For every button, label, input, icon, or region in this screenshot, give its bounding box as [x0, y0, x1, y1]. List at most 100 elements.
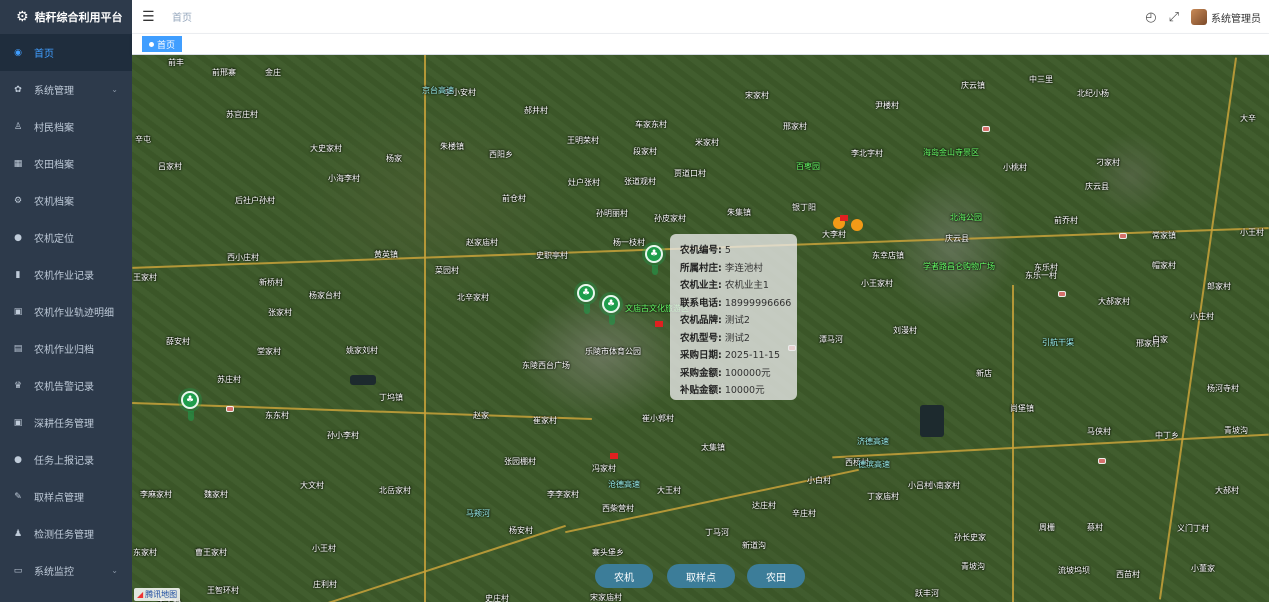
field-icon: ▦	[13, 158, 23, 169]
sidebar-item[interactable]: ▮ 农机作业记录	[0, 256, 132, 293]
field-marker[interactable]	[840, 215, 848, 221]
map-place-label: 东陵西台广场	[522, 361, 570, 370]
machine-layer-button[interactable]: 农机	[595, 564, 653, 588]
lake	[350, 375, 376, 385]
map-place-label: 东幸店镇	[872, 251, 904, 260]
popup-key: 采购日期:	[680, 350, 722, 361]
chart-icon: ▮	[15, 269, 21, 280]
sample-point-marker[interactable]	[851, 219, 863, 231]
map-place-label: 北岳家村	[379, 486, 411, 495]
sidebar-item[interactable]: ▭ 系统监控 ⌄	[0, 552, 132, 589]
sidebar-item-label: 首页	[34, 49, 54, 60]
popup-value: 5	[724, 245, 731, 256]
machine-marker[interactable]: ♣	[645, 245, 663, 275]
map-place-label: 小王村	[312, 544, 336, 553]
app-title: 秸秆综合利用平台	[34, 11, 123, 24]
map-place-label: 马侠村	[1087, 427, 1111, 436]
map-place-label: 马颊河	[466, 509, 490, 518]
sidebar-item[interactable]: ⚙ 农机档案	[0, 182, 132, 219]
map-place-label: 银丁阳	[792, 203, 816, 212]
road	[318, 524, 566, 602]
tag-label: 首页	[157, 40, 176, 51]
navbar-right: ◴ ⤢ 系统管理员	[1145, 0, 1261, 34]
map-provider-logo: ◢ 腾讯地图	[134, 588, 181, 601]
sidebar-item[interactable]: ◉ 首页	[0, 34, 132, 71]
map-place-label: 米家村	[695, 138, 719, 147]
map-place-label: 朱集镇	[727, 208, 751, 217]
field-layer-button[interactable]: 农田	[747, 564, 805, 588]
avatar[interactable]	[1191, 9, 1207, 25]
map-place-label: 庆云县	[1085, 182, 1109, 191]
map-place-label: 寨头堡乡	[592, 548, 624, 557]
popup-key: 农机型号:	[680, 332, 722, 344]
road	[1158, 57, 1238, 600]
sample-layer-button[interactable]: 取样点	[667, 564, 735, 588]
map-place-label: 东乐一村	[1025, 271, 1057, 280]
map-place-label: 潭马河	[819, 335, 843, 344]
road	[1012, 285, 1014, 602]
sidebar-item[interactable]: ✎ 取样点管理	[0, 478, 132, 515]
sidebar-item-label: 农机作业轨迹明细	[34, 308, 114, 319]
map-place-label: 北海公园	[950, 213, 982, 222]
road	[132, 401, 592, 421]
popup-value: 测试2	[724, 332, 750, 344]
map-place-label: 小王家村	[861, 279, 893, 288]
sidebar-item[interactable]: ♙ 村民档案	[0, 108, 132, 145]
map-place-label: 黄英镇	[374, 250, 398, 259]
location-icon: ●	[14, 232, 22, 243]
chart-line-icon[interactable]: ◴	[1145, 10, 1156, 25]
sidebar-item[interactable]: ▦ 农田档案	[0, 145, 132, 182]
chevron-down-icon: ⌄	[111, 85, 118, 94]
machine-marker[interactable]: ♣	[602, 295, 620, 325]
map-place-label: 魏家村	[204, 490, 228, 499]
map-place-label: 辛屯	[135, 135, 151, 144]
sidebar-item[interactable]: ♛ 农机告警记录	[0, 367, 132, 404]
map-place-label: 孙小李村	[327, 431, 359, 440]
username[interactable]: 系统管理员	[1211, 10, 1261, 25]
map-place-label: 朱楼镇	[440, 142, 464, 151]
gear-icon: ✿	[14, 84, 22, 95]
sidebar-item[interactable]: ✿ 系统管理 ⌄	[0, 71, 132, 108]
map-place-label: 北辛家村	[457, 293, 489, 302]
breadcrumb[interactable]: 首页	[172, 9, 192, 24]
field-marker[interactable]	[610, 453, 618, 459]
map-place-label: 太集镇	[701, 443, 725, 452]
sidebar-item-label: 农机定位	[34, 234, 74, 245]
map-place-label: 杨家台村	[309, 291, 341, 300]
map-logo-icon: ◢	[137, 590, 144, 599]
hamburger-icon[interactable]: ☰	[142, 9, 156, 25]
sidebar-item-label: 任务上报记录	[34, 456, 94, 467]
map-place-label: 刁家村	[1096, 158, 1120, 167]
map-place-label: 后社户孙村	[235, 196, 275, 205]
map-place-label: 乐陵市体育公园	[585, 347, 641, 356]
field-marker[interactable]	[655, 321, 663, 327]
machine-marker[interactable]: ♣	[181, 391, 199, 421]
sidebar-item[interactable]: ● 农机定位	[0, 219, 132, 256]
clipboard-icon: ▣	[13, 306, 23, 317]
sidebar-item[interactable]: ▣ 农机作业轨迹明细	[0, 293, 132, 330]
sidebar-item[interactable]: ▤ 农机作业归档	[0, 330, 132, 367]
map-place-label: 杨安村	[509, 526, 533, 535]
city-marker	[226, 406, 234, 412]
dashboard-icon: ◉	[14, 47, 22, 58]
sidebar-item[interactable]: ▣ 深耕任务管理	[0, 404, 132, 441]
map-place-label: 大郝家村	[1098, 297, 1130, 306]
sidebar-item[interactable]: ♟ 检测任务管理	[0, 515, 132, 552]
map-place-label: 冯家村	[592, 464, 616, 473]
map-place-label: 蔡村	[1087, 523, 1103, 532]
map-place-label: 青坡沟	[1224, 426, 1248, 435]
map-place-label: 崔小郭村	[642, 414, 674, 423]
map-canvas[interactable]: 前丰 前邢寨 金庄 李小安村 郝井村 苏官庄村 车家东村 辛屯 大史家村 杨家 朱楼镇 西阳乡 王明荣村…	[132, 55, 1269, 602]
popup-row: 农机型号: 测试2	[680, 330, 787, 348]
sidebar-item[interactable]: ● 任务上报记录	[0, 441, 132, 478]
machine-marker[interactable]: ♣	[577, 284, 595, 314]
city-marker	[982, 126, 990, 132]
fullscreen-icon[interactable]: ⤢	[1169, 10, 1179, 25]
sidebar-item-label: 检测任务管理	[34, 530, 94, 541]
map-place-label: 王明荣村	[567, 136, 599, 145]
map-place-label: 前邢寨	[212, 68, 236, 77]
map-place-label: 赵家庙村	[466, 238, 498, 247]
map-place-label: 百枣园	[796, 162, 820, 171]
tag-home[interactable]: 首页	[142, 36, 183, 52]
popup-key: 农机编号:	[680, 245, 722, 256]
